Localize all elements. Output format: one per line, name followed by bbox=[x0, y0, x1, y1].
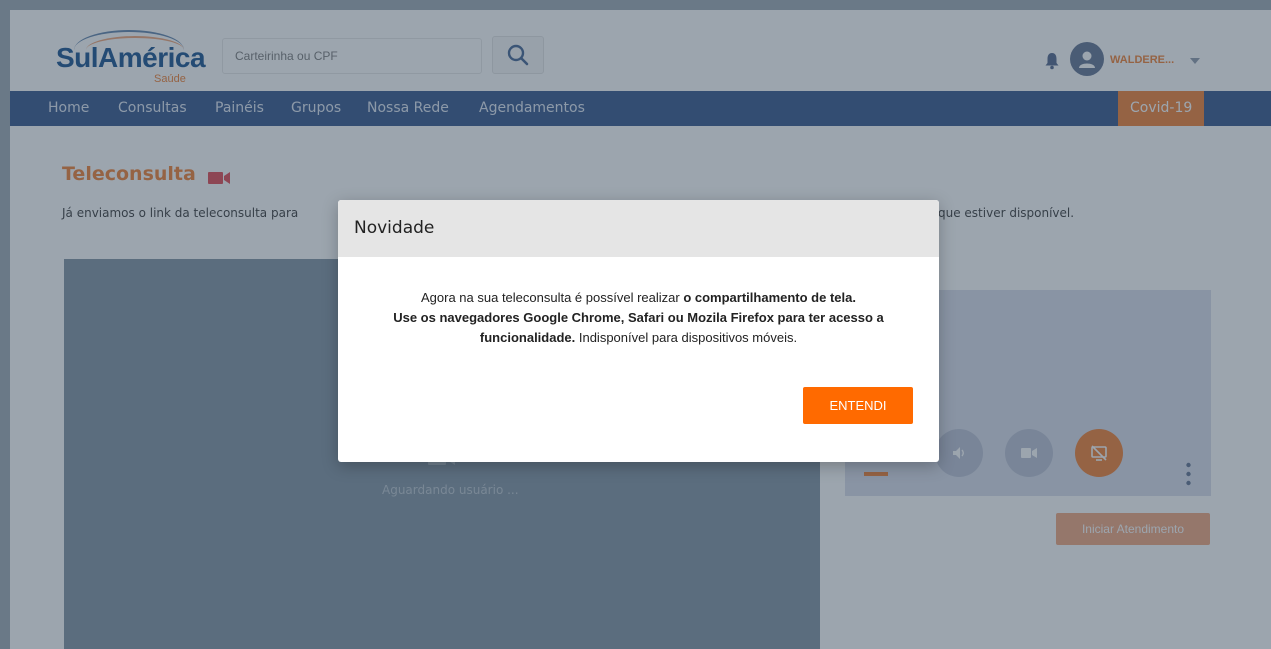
dialog-text: Agora na sua teleconsulta é possível rea… bbox=[421, 290, 684, 305]
dialog-line-3: funcionalidade. Indisponível para dispos… bbox=[338, 328, 939, 348]
dialog-title: Novidade bbox=[354, 218, 435, 238]
dialog-text-bold: o compartilhamento de tela. bbox=[683, 290, 856, 305]
dialog-text: Indisponível para dispositivos móveis. bbox=[575, 330, 798, 345]
dialog-line-1: Agora na sua teleconsulta é possível rea… bbox=[338, 288, 939, 308]
dialog-text-bold: funcionalidade. bbox=[479, 330, 576, 345]
dialog-text-bold: Use os navegadores Google Chrome, Safari… bbox=[393, 310, 884, 325]
dialog-header: Novidade bbox=[338, 200, 939, 257]
entendi-button[interactable]: ENTENDI bbox=[803, 387, 913, 424]
dialog-message: Agora na sua teleconsulta é possível rea… bbox=[338, 288, 939, 348]
announcement-dialog: Novidade Agora na sua teleconsulta é pos… bbox=[338, 200, 939, 462]
dialog-line-2: Use os navegadores Google Chrome, Safari… bbox=[338, 308, 939, 328]
